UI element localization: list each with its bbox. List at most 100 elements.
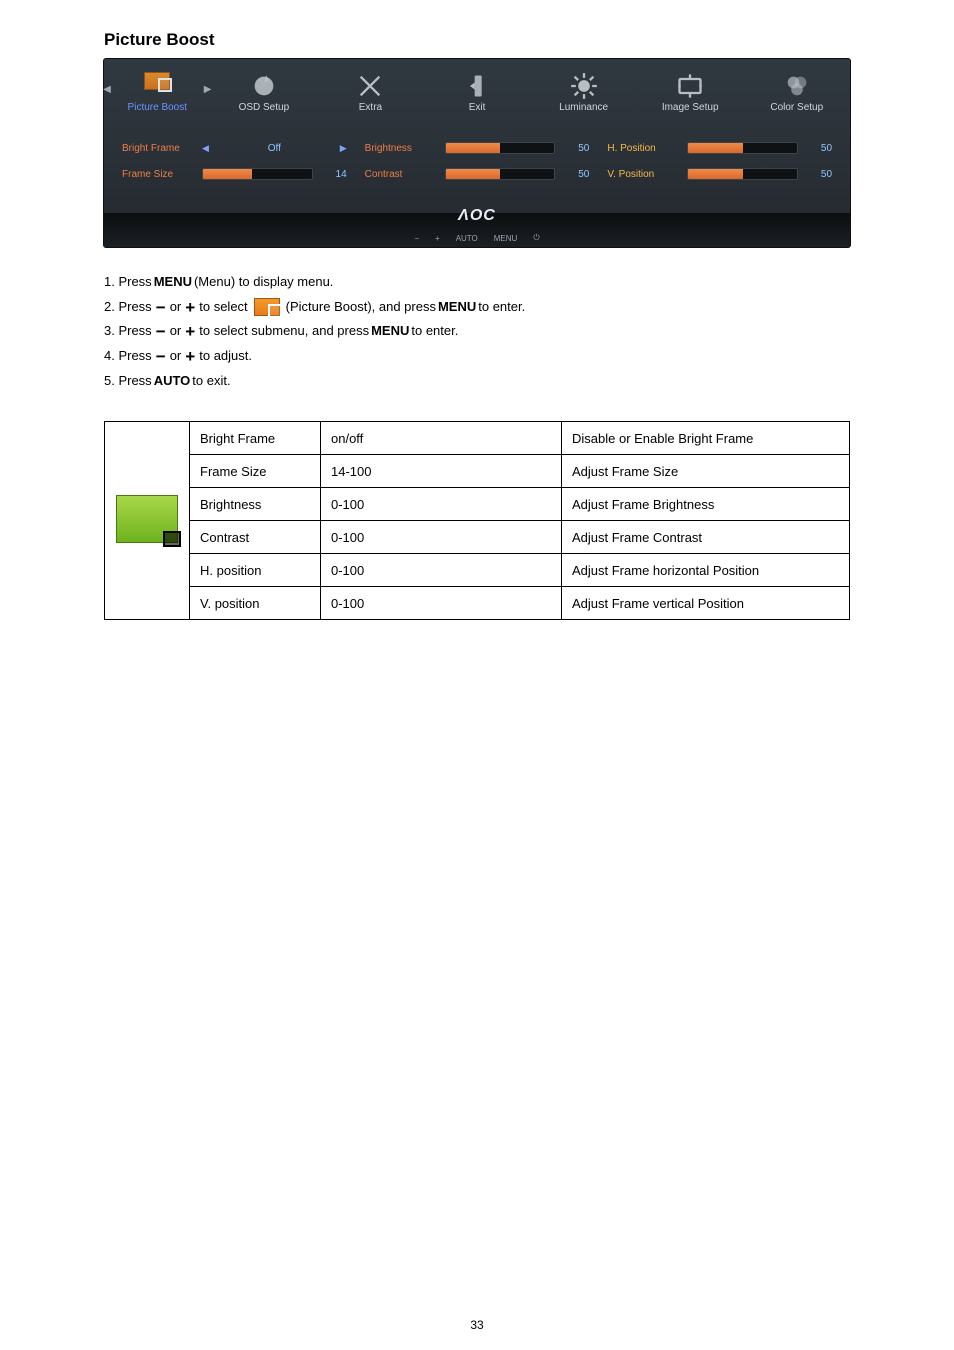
- tab-exit[interactable]: Exit: [424, 66, 531, 121]
- picture-boost-icon: [116, 495, 178, 543]
- tab-luminance[interactable]: Luminance: [530, 66, 637, 121]
- slider[interactable]: [445, 142, 556, 154]
- tab-extra[interactable]: Extra: [317, 66, 424, 121]
- image-setup-icon: [676, 72, 704, 96]
- label: Bright Frame: [122, 143, 194, 154]
- instructions: 1. Press MENU (Menu) to display menu. 2.…: [0, 248, 954, 393]
- row-h-position[interactable]: H. Position 50: [607, 135, 832, 161]
- table-row: V. position 0-100 Adjust Frame vertical …: [105, 587, 850, 620]
- text: 3. Press: [104, 319, 152, 344]
- osd-panel: ◀ Picture Boost ▶ OSD Setup Extra: [103, 58, 851, 248]
- chevron-left-icon: ◀: [102, 84, 112, 94]
- label: H. Position: [607, 143, 679, 154]
- text: 2. Press: [104, 295, 152, 320]
- tab-label: OSD Setup: [211, 102, 318, 121]
- text: to enter.: [411, 319, 458, 344]
- text: to enter.: [478, 295, 525, 320]
- exit-icon: [463, 72, 491, 96]
- text: 1. Press: [104, 270, 152, 295]
- cell: Adjust Frame horizontal Position: [562, 554, 850, 587]
- osd-col-1: Bright Frame ◀ Off ▶ Frame Size 14: [122, 135, 347, 187]
- slider-fill: [688, 169, 742, 179]
- cell: Adjust Frame Size: [562, 455, 850, 488]
- slider[interactable]: [202, 168, 313, 180]
- text: to exit.: [192, 369, 230, 394]
- text: to select submenu, and press: [199, 319, 369, 344]
- cell: 0-100: [321, 587, 562, 620]
- tab-label: Exit: [424, 102, 531, 121]
- tab-label: Picture Boost: [104, 102, 211, 121]
- footer-auto: AUTO: [456, 234, 478, 243]
- text: or: [170, 344, 182, 369]
- cell: 0-100: [321, 488, 562, 521]
- aoc-logo: ΛOC: [458, 207, 496, 225]
- text: (Menu) to display menu.: [194, 270, 333, 295]
- cell: 14-100: [321, 455, 562, 488]
- arrow-left-icon: ◀: [202, 143, 209, 154]
- label: V. Position: [607, 169, 679, 180]
- step-5: 5. Press AUTO to exit.: [104, 369, 850, 394]
- slider[interactable]: [687, 168, 798, 180]
- value: 50: [806, 169, 832, 180]
- value: Off: [217, 143, 332, 154]
- slider[interactable]: [687, 142, 798, 154]
- cell: 0-100: [321, 554, 562, 587]
- text: to select: [199, 295, 247, 320]
- footer-plus-icon: +: [435, 234, 440, 243]
- color-setup-icon: [783, 72, 811, 96]
- settings-table: Bright Frame on/off Disable or Enable Br…: [104, 421, 850, 620]
- extra-icon: [356, 72, 384, 96]
- arrow-right-icon: ▶: [340, 143, 347, 154]
- row-frame-size[interactable]: Frame Size 14: [122, 161, 347, 187]
- row-brightness[interactable]: Brightness 50: [365, 135, 590, 161]
- auto-key: AUTO: [154, 369, 191, 394]
- table-row: Brightness 0-100 Adjust Frame Brightness: [105, 488, 850, 521]
- row-contrast[interactable]: Contrast 50: [365, 161, 590, 187]
- footer-minus-icon: −: [414, 234, 419, 243]
- text: or: [170, 319, 182, 344]
- tab-osd-setup[interactable]: OSD Setup: [211, 66, 318, 121]
- table-row: Frame Size 14-100 Adjust Frame Size: [105, 455, 850, 488]
- tab-picture-boost[interactable]: ◀ Picture Boost ▶: [104, 66, 211, 121]
- tab-label: Color Setup: [743, 102, 850, 121]
- plus-key: +: [183, 348, 197, 365]
- step-2: 2. Press − or + to select (Picture Boost…: [104, 295, 850, 320]
- cell: Frame Size: [190, 455, 321, 488]
- minus-key: −: [154, 348, 168, 365]
- cell: Disable or Enable Bright Frame: [562, 422, 850, 455]
- label: Brightness: [365, 143, 437, 154]
- slider-fill: [446, 143, 500, 153]
- osd-col-2: Brightness 50 Contrast 50: [365, 135, 590, 187]
- row-v-position[interactable]: V. Position 50: [607, 161, 832, 187]
- plus-key: +: [183, 323, 197, 340]
- tab-color-setup[interactable]: Color Setup: [743, 66, 850, 121]
- slider[interactable]: [445, 168, 556, 180]
- tab-label: Luminance: [530, 102, 637, 121]
- label: Frame Size: [122, 169, 194, 180]
- tab-label: Extra: [317, 102, 424, 121]
- minus-key: −: [154, 323, 168, 340]
- cell: V. position: [190, 587, 321, 620]
- cell: Brightness: [190, 488, 321, 521]
- value: 50: [563, 143, 589, 154]
- minus-key: −: [154, 299, 168, 316]
- text: 5. Press: [104, 369, 152, 394]
- osd-footer: ΛOC − + AUTO MENU ⏻: [104, 213, 850, 247]
- plus-key: +: [183, 299, 197, 316]
- menu-key: MENU: [154, 270, 192, 295]
- tab-image-setup[interactable]: Image Setup: [637, 66, 744, 121]
- slider-fill: [203, 169, 252, 179]
- cell: Bright Frame: [190, 422, 321, 455]
- text: 4. Press: [104, 344, 152, 369]
- text: (Picture Boost), and press: [286, 295, 436, 320]
- row-bright-frame[interactable]: Bright Frame ◀ Off ▶: [122, 135, 347, 161]
- slider-fill: [688, 143, 742, 153]
- osd-setup-icon: [250, 72, 278, 96]
- text: or: [170, 295, 182, 320]
- osd-tab-row: ◀ Picture Boost ▶ OSD Setup Extra: [104, 59, 850, 121]
- value: 14: [321, 169, 347, 180]
- value: 50: [806, 143, 832, 154]
- cell: Adjust Frame vertical Position: [562, 587, 850, 620]
- tab-label: Image Setup: [637, 102, 744, 121]
- table-row: H. position 0-100 Adjust Frame horizonta…: [105, 554, 850, 587]
